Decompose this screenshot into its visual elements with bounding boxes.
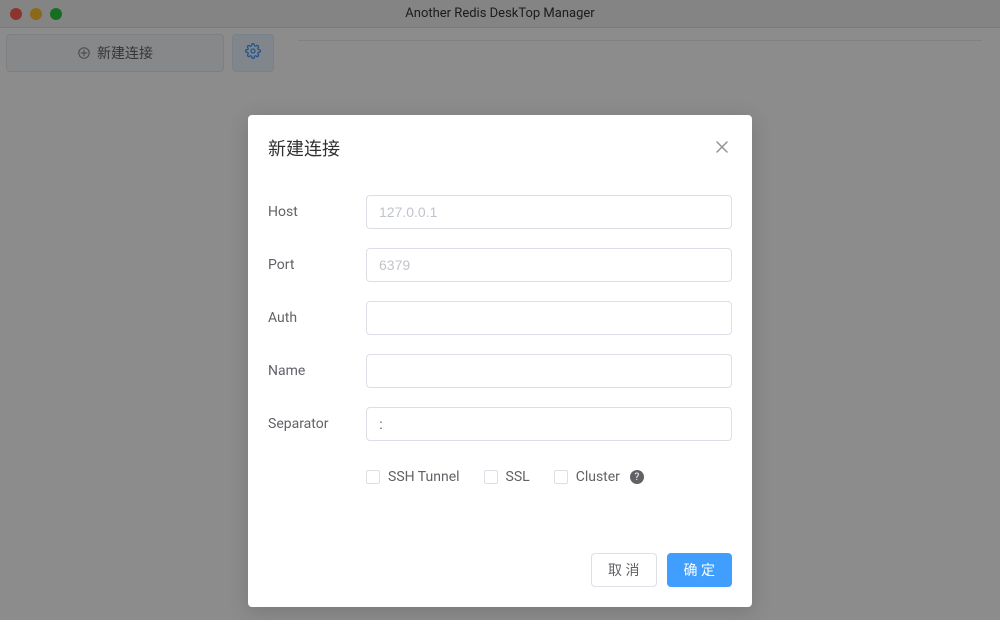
- new-connection-dialog: 新建连接 Host Port Auth Name: [248, 115, 752, 607]
- dialog-close-button[interactable]: [712, 138, 732, 158]
- auth-input[interactable]: [366, 301, 732, 335]
- form-item-auth: Auth: [268, 301, 732, 335]
- checkbox-box: [366, 470, 380, 484]
- help-icon[interactable]: ?: [630, 470, 644, 484]
- host-input[interactable]: [366, 195, 732, 229]
- name-input[interactable]: [366, 354, 732, 388]
- close-icon: [715, 139, 729, 158]
- ssl-checkbox[interactable]: SSL: [484, 469, 530, 485]
- form-item-host: Host: [268, 195, 732, 229]
- dialog-footer: 取 消 确 定: [248, 505, 752, 607]
- cancel-button-label: 取 消: [608, 560, 639, 580]
- separator-input[interactable]: [366, 407, 732, 441]
- confirm-button[interactable]: 确 定: [667, 553, 732, 587]
- host-label: Host: [268, 204, 366, 220]
- separator-label: Separator: [268, 416, 366, 432]
- port-input[interactable]: [366, 248, 732, 282]
- modal-overlay[interactable]: 新建连接 Host Port Auth Name: [0, 0, 1000, 620]
- ssh-tunnel-checkbox[interactable]: SSH Tunnel: [366, 469, 460, 485]
- form-item-separator: Separator: [268, 407, 732, 441]
- cluster-label: Cluster: [576, 469, 620, 485]
- dialog-title: 新建连接: [268, 135, 340, 161]
- confirm-button-label: 确 定: [684, 560, 715, 580]
- checkbox-box: [484, 470, 498, 484]
- dialog-body: Host Port Auth Name Separator: [248, 171, 752, 505]
- checkbox-row: SSH Tunnel SSL Cluster ?: [366, 469, 732, 485]
- name-label: Name: [268, 363, 366, 379]
- dialog-header: 新建连接: [248, 115, 752, 171]
- form-item-name: Name: [268, 354, 732, 388]
- port-label: Port: [268, 257, 366, 273]
- form-item-port: Port: [268, 248, 732, 282]
- ssl-label: SSL: [506, 469, 530, 485]
- ssh-tunnel-label: SSH Tunnel: [388, 469, 460, 485]
- checkbox-box: [554, 470, 568, 484]
- cluster-checkbox[interactable]: Cluster ?: [554, 469, 644, 485]
- auth-label: Auth: [268, 310, 366, 326]
- cancel-button[interactable]: 取 消: [591, 553, 656, 587]
